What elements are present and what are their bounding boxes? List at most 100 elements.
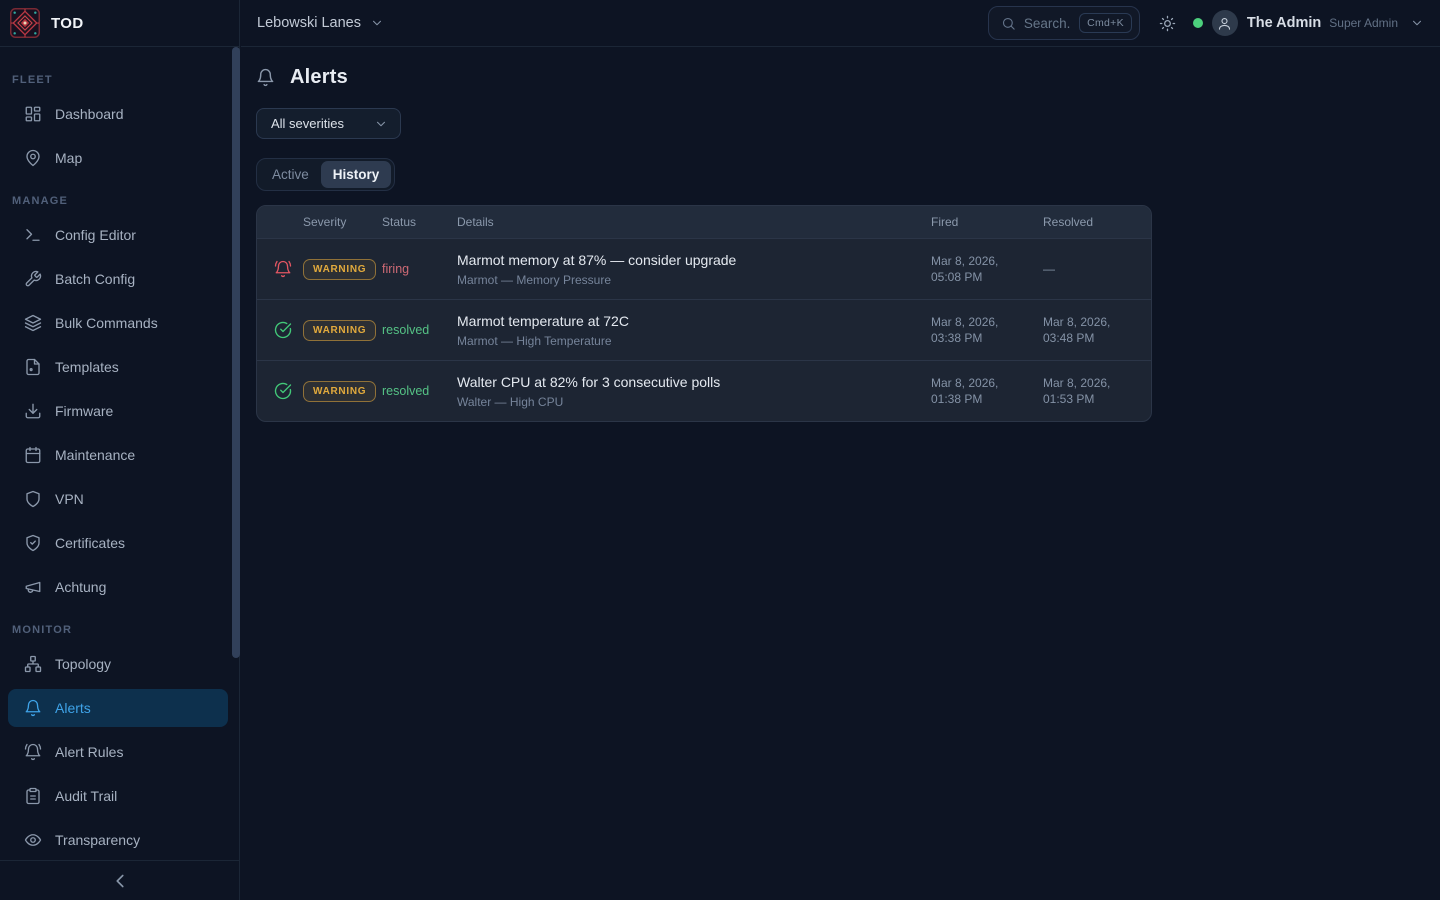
- table-body: WARNINGfiringMarmot memory at 87% — cons…: [257, 238, 1151, 421]
- alerts-tabs: ActiveHistory: [256, 158, 395, 191]
- row-state-cell: [257, 382, 303, 400]
- search-input[interactable]: [1024, 16, 1071, 31]
- sidebar-item-label: Certificates: [55, 535, 125, 551]
- sidebar-section-label: MONITOR: [0, 624, 239, 640]
- sidebar-item-dashboard[interactable]: Dashboard: [8, 95, 228, 133]
- user-icon: [1217, 16, 1232, 31]
- sidebar-item-certificates[interactable]: Certificates: [8, 524, 228, 562]
- theme-toggle-sun-icon[interactable]: [1159, 15, 1176, 32]
- terminal-icon: [24, 226, 42, 244]
- tab-history[interactable]: History: [321, 161, 392, 188]
- sidebar-item-label: Bulk Commands: [55, 315, 158, 331]
- resolved-time: Mar 8, 2026, 01:53 PM: [1038, 375, 1151, 407]
- alert-subtitle: Walter — High CPU: [457, 395, 926, 409]
- sidebar-item-batch-config[interactable]: Batch Config: [8, 260, 228, 298]
- row-state-cell: [257, 260, 303, 278]
- sidebar-item-audit-trail[interactable]: Audit Trail: [8, 777, 228, 815]
- table-row[interactable]: WARNINGresolvedWalter CPU at 82% for 3 c…: [257, 360, 1151, 421]
- topbar: Lebowski Lanes Cmd+K The Admin Super Adm…: [241, 0, 1440, 47]
- sidebar-item-topology[interactable]: Topology: [8, 645, 228, 683]
- sidebar-item-vpn[interactable]: VPN: [8, 480, 228, 518]
- sidebar-item-templates[interactable]: Templates: [8, 348, 228, 386]
- sidebar-item-label: Alerts: [55, 700, 91, 716]
- severity-badge: WARNING: [303, 320, 376, 341]
- status-text: resolved: [382, 384, 457, 398]
- sidebar-item-label: Dashboard: [55, 106, 124, 122]
- user-name: The Admin: [1247, 15, 1321, 31]
- severity-badge: WARNING: [303, 259, 376, 280]
- chevron-down-icon: [374, 117, 388, 131]
- sidebar: TOD FLEETDashboardMapMANAGEConfig Editor…: [0, 0, 240, 900]
- resolved-time: —: [1038, 261, 1151, 277]
- clipboard-list-icon: [24, 787, 42, 805]
- sidebar-section-label: FLEET: [0, 74, 239, 90]
- shield-icon: [24, 490, 42, 508]
- sidebar-item-label: Transparency: [55, 832, 140, 848]
- user-menu-chevron-icon[interactable]: [1410, 16, 1424, 30]
- search-box[interactable]: Cmd+K: [988, 6, 1140, 40]
- table-row[interactable]: WARNINGfiringMarmot memory at 87% — cons…: [257, 238, 1151, 299]
- wrench-icon: [24, 270, 42, 288]
- megaphone-icon: [24, 578, 42, 596]
- sidebar-item-label: VPN: [55, 491, 84, 507]
- sidebar-item-achtung[interactable]: Achtung: [8, 568, 228, 606]
- sidebar-item-label: Topology: [55, 656, 111, 672]
- dashboard-icon: [24, 105, 42, 123]
- sidebar-scrollbar-thumb[interactable]: [232, 47, 240, 658]
- map-pin-icon: [24, 149, 42, 167]
- sidebar-item-label: Map: [55, 150, 82, 166]
- sidebar-item-alert-rules[interactable]: Alert Rules: [8, 733, 228, 771]
- avatar[interactable]: [1212, 10, 1238, 36]
- details-cell: Walter CPU at 82% for 3 consecutive poll…: [457, 374, 926, 409]
- column-header-fired: Fired: [926, 215, 1038, 229]
- sidebar-item-firmware[interactable]: Firmware: [8, 392, 228, 430]
- tab-active[interactable]: Active: [260, 161, 321, 188]
- tod-logo-icon: [10, 8, 40, 38]
- org-selector[interactable]: Lebowski Lanes: [257, 15, 384, 31]
- circle-check-icon: [274, 382, 292, 400]
- topbar-right: Cmd+K The Admin Super Admin: [988, 6, 1424, 40]
- sidebar-section-fleet: FLEET Dashboard Map: [0, 74, 239, 177]
- column-header-details: Details: [457, 215, 926, 229]
- alerts-table: SeverityStatusDetailsFiredResolved WARNI…: [256, 205, 1152, 422]
- bell-ring-icon: [24, 743, 42, 761]
- circle-check-icon: [274, 321, 292, 339]
- online-status-dot: [1193, 18, 1203, 28]
- column-header-resolved: Resolved: [1038, 215, 1151, 229]
- details-cell: Marmot temperature at 72CMarmot — High T…: [457, 313, 926, 348]
- sidebar-item-alerts[interactable]: Alerts: [8, 689, 228, 727]
- table-header: SeverityStatusDetailsFiredResolved: [257, 206, 1151, 238]
- sidebar-item-transparency[interactable]: Transparency: [8, 821, 228, 859]
- app-name: TOD: [51, 15, 84, 32]
- alert-subtitle: Marmot — Memory Pressure: [457, 273, 926, 287]
- calendar-icon: [24, 446, 42, 464]
- sidebar-item-map[interactable]: Map: [8, 139, 228, 177]
- page-title: Alerts: [290, 66, 348, 89]
- org-name: Lebowski Lanes: [257, 15, 361, 31]
- severity-filter-select[interactable]: All severities: [256, 108, 401, 139]
- sidebar-collapse-button[interactable]: [109, 870, 131, 892]
- severity-cell: WARNING: [303, 381, 382, 402]
- bell-icon: [24, 699, 42, 717]
- user-role-badge: Super Admin: [1329, 16, 1398, 30]
- shield-check-icon: [24, 534, 42, 552]
- bell-ring-icon: [274, 260, 292, 278]
- layers-icon: [24, 314, 42, 332]
- sidebar-item-maintenance[interactable]: Maintenance: [8, 436, 228, 474]
- sidebar-item-bulk-commands[interactable]: Bulk Commands: [8, 304, 228, 342]
- sidebar-item-label: Audit Trail: [55, 788, 117, 804]
- severity-cell: WARNING: [303, 259, 382, 280]
- network-icon: [24, 655, 42, 673]
- sidebar-item-config-editor[interactable]: Config Editor: [8, 216, 228, 254]
- sidebar-nav: FLEETDashboardMapMANAGEConfig EditorBatc…: [0, 47, 239, 860]
- sidebar-item-label: Batch Config: [55, 271, 135, 287]
- sidebar-item-label: Alert Rules: [55, 744, 123, 760]
- chevron-down-icon: [370, 16, 384, 30]
- download-icon: [24, 402, 42, 420]
- fired-time: Mar 8, 2026, 05:08 PM: [926, 253, 1038, 285]
- resolved-time: Mar 8, 2026, 03:48 PM: [1038, 314, 1151, 346]
- bell-icon: [256, 68, 275, 87]
- alert-subtitle: Marmot — High Temperature: [457, 334, 926, 348]
- app-logo: TOD: [0, 0, 239, 47]
- table-row[interactable]: WARNINGresolvedMarmot temperature at 72C…: [257, 299, 1151, 360]
